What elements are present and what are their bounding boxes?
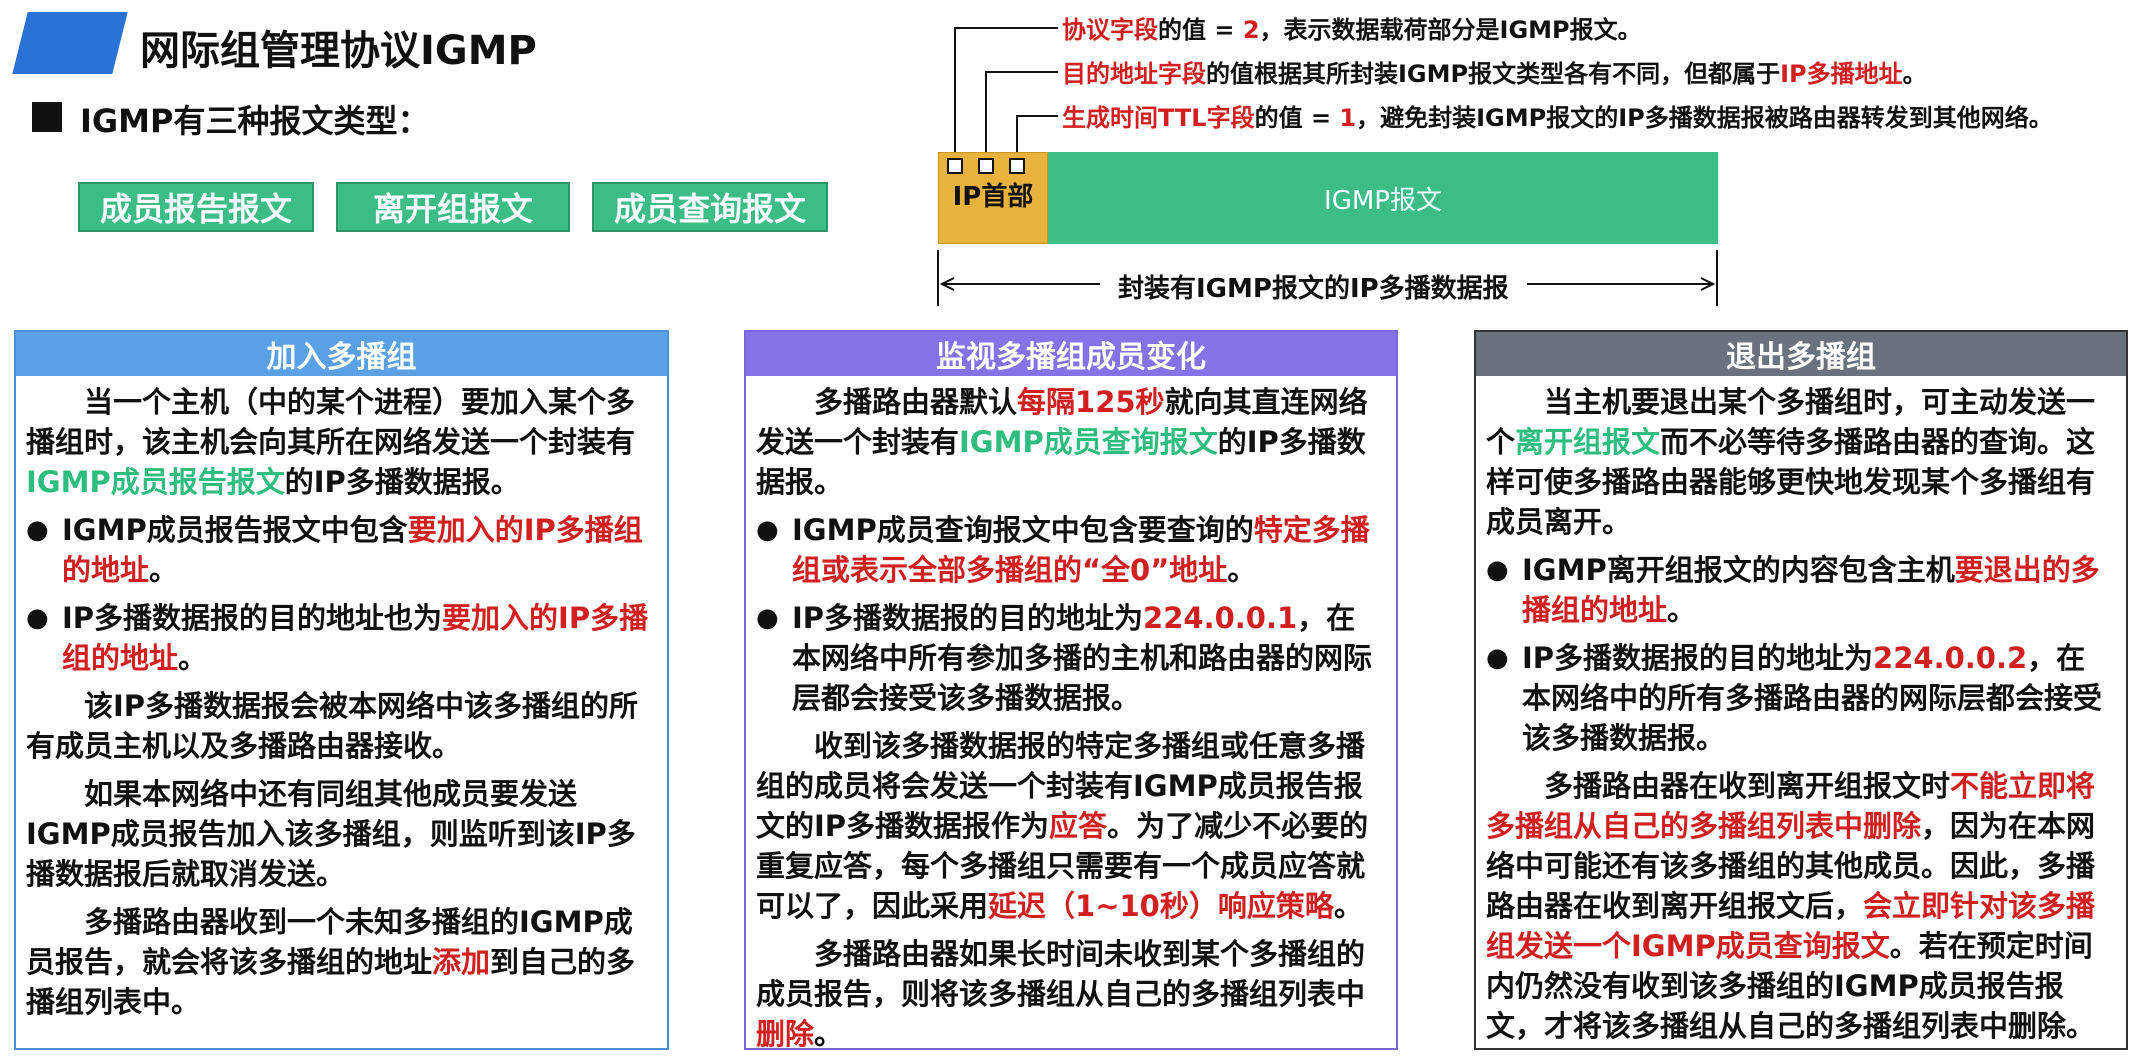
join-paragraph-1: 当一个主机（中的某个进程）要加入某个多播组时，该主机会向其所在网络发送一个封装有… (26, 385, 636, 499)
monitor-paragraph-1: 多播路由器默认每隔125秒就向其直连网络发送一个封装有IGMP成员查询报文的IP… (756, 385, 1368, 499)
leave-bullet-2: ● IP多播数据报的目的地址为224.0.0.2，在本网络中的所有多播路由器的网际… (1486, 638, 2114, 758)
join-bullet-2: ● IP多播数据报的目的地址也为要加入的IP多播组的地址。 (26, 598, 655, 678)
bullet-dot-icon: ● (26, 603, 49, 633)
bullet-dot-icon: ● (756, 603, 779, 633)
datagram-dimension-label: 封装有IGMP报文的IP多播数据报 (1100, 268, 1527, 305)
panel-monitor-members: 监视多播组成员变化 多播路由器默认每隔125秒就向其直连网络发送一个封装有IGM… (744, 330, 1398, 1051)
bullet-dot-icon: ● (1486, 555, 1509, 585)
join-paragraph-2: 该IP多播数据报会被本网络中该多播组的所有成员主机以及多播路由器接收。 (26, 689, 639, 763)
monitor-paragraph-3: 多播路由器如果长时间未收到某个多播组的成员报告，则将该多播组从自己的多播组列表中… (756, 937, 1366, 1051)
header-field-ttl-box (1009, 158, 1025, 174)
ip-header-label: IP首部 (952, 182, 1034, 212)
monitor-bullet-1: ● IGMP成员查询报文中包含要查询的特定多播组或表示全部多播组的“全0”地址。 (756, 510, 1384, 590)
igmp-message-label: IGMP报文 (1324, 185, 1442, 216)
panel-leave-title: 退出多播组 (1476, 332, 2126, 376)
join-bullet-1: ● IGMP成员报告报文中包含要加入的IP多播组的地址。 (26, 510, 655, 590)
connector-protocol (954, 27, 1058, 158)
join-paragraph-4: 多播路由器收到一个未知多播组的IGMP成员报告，就会将该多播组的地址添加到自己的… (26, 905, 636, 1019)
monitor-paragraph-2: 收到该多播数据报的特定多播组或任意多播组的成员将会发送一个封装有IGMP成员报告… (756, 729, 1369, 923)
monitor-bullet-2: ● IP多播数据报的目的地址为224.0.0.1，在本网络中所有参加多播的主机和路… (756, 598, 1384, 718)
bullet-dot-icon: ● (26, 515, 49, 545)
header-field-destination-box (978, 158, 994, 174)
note-protocol-field: 协议字段的值 = 2，表示数据载荷部分是IGMP报文。 (1062, 16, 1642, 44)
panel-join-body: 当一个主机（中的某个进程）要加入某个多播组时，该主机会向其所在网络发送一个封装有… (16, 376, 667, 1022)
leave-paragraph-2: 多播路由器在收到离开组报文时不能立即将多播组从自己的多播组列表中删除，因为在本网… (1486, 769, 2096, 1043)
leave-paragraph-1: 当主机要退出某个多播组时，可主动发送一个离开组报文而不必等待多播路由器的查询。这… (1486, 385, 2096, 539)
panel-leave-body: 当主机要退出某个多播组时，可主动发送一个离开组报文而不必等待多播路由器的查询。这… (1476, 376, 2126, 1046)
bullet-dot-icon: ● (1486, 643, 1509, 673)
header-field-protocol-box (947, 158, 963, 174)
bullet-dot-icon: ● (756, 515, 779, 545)
igmp-message-segment: IGMP报文 (1048, 152, 1718, 244)
join-paragraph-3: 如果本网络中还有同组其他成员要发送IGMP成员报告加入该多播组，则监听到该IP多… (26, 777, 636, 891)
note-ttl-field: 生成时间TTL字段的值 = 1，避免封装IGMP报文的IP多播数据报被路由器转发… (1062, 104, 2053, 132)
panel-monitor-body: 多播路由器默认每隔125秒就向其直连网络发送一个封装有IGMP成员查询报文的IP… (746, 376, 1396, 1054)
panel-leave-group: 退出多播组 当主机要退出某个多播组时，可主动发送一个离开组报文而不必等待多播路由… (1474, 330, 2128, 1050)
note-destination-field: 目的地址字段的值根据其所封装IGMP报文类型各有不同，但都属于IP多播地址。 (1062, 60, 1927, 88)
panel-monitor-title: 监视多播组成员变化 (746, 332, 1396, 376)
panel-join-title: 加入多播组 (16, 332, 667, 376)
leave-bullet-1: ● IGMP离开组报文的内容包含主机要退出的多播组的地址。 (1486, 550, 2114, 630)
panel-join-group: 加入多播组 当一个主机（中的某个进程）要加入某个多播组时，该主机会向其所在网络发… (14, 330, 669, 1050)
